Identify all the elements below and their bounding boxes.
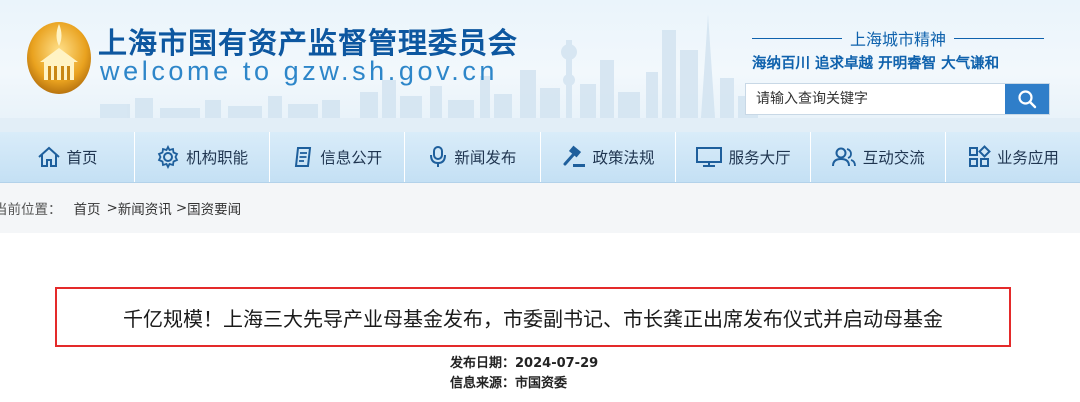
source-label: 信息来源： [450, 376, 516, 391]
breadcrumb: 当前位置： 首页 > 新闻资讯 > 国资要闻 [0, 183, 1080, 233]
nav-item-organization[interactable]: 机构职能 [135, 132, 271, 182]
article-title: 千亿规模！上海三大先导产业母基金发布，市委副书记、市长龚正出席发布仪式并启动母基… [55, 287, 1011, 347]
nav-item-service-hall[interactable]: 服务大厅 [676, 132, 811, 182]
search-box [745, 83, 1050, 115]
nav-item-info-disclosure[interactable]: 信息公开 [270, 132, 406, 182]
sasac-logo [27, 22, 91, 94]
breadcrumb-separator: > [106, 200, 118, 216]
nav-label: 机构职能 [186, 149, 249, 167]
nav-item-business-apps[interactable]: 业务应用 [946, 132, 1080, 182]
breadcrumb-label: 当前位置： [0, 202, 62, 218]
site-header: 上海市国有资产监督管理委员会 welcome to gzw.sh.gov.cn … [0, 0, 1080, 132]
breadcrumb-current[interactable]: 国资要闻 [187, 198, 241, 218]
city-spirit-motto: 海纳百川 追求卓越 开明睿智 大气谦和 [752, 56, 1000, 72]
apps-icon [968, 145, 991, 167]
nav-label: 信息公开 [320, 149, 383, 167]
article-meta: 发布日期：2024-07-29 信息来源：市国资委 [450, 354, 598, 394]
city-spirit-heading: 上海城市精神 [752, 26, 1045, 50]
divider-left [752, 37, 842, 39]
city-spirit-title: 上海城市精神 [850, 30, 947, 49]
users-icon [831, 147, 856, 167]
nav-label: 首页 [66, 149, 98, 167]
document-icon [295, 147, 312, 167]
nav-label: 新闻发布 [454, 149, 517, 167]
nav-label: 政策法规 [592, 149, 655, 167]
gear-icon [157, 145, 179, 169]
nav-label: 服务大厅 [728, 149, 791, 167]
microphone-icon [430, 146, 447, 167]
site-url: welcome to gzw.sh.gov.cn [100, 56, 499, 86]
publish-date: 2024-07-29 [515, 356, 599, 371]
gavel-icon [563, 145, 585, 167]
main-nav: 首页 机构职能 信息公开 新闻发布 政策法规 服务大厅 互动交流 业务应用 [0, 132, 1080, 183]
publish-date-label: 发布日期： [450, 356, 516, 371]
source-row: 信息来源：市国资委 [450, 374, 598, 394]
breadcrumb-home[interactable]: 首页 [74, 198, 101, 218]
search-button[interactable] [1005, 84, 1049, 114]
publish-date-row: 发布日期：2024-07-29 [450, 354, 598, 374]
source-value: 市国资委 [515, 376, 568, 391]
breadcrumb-news[interactable]: 新闻资讯 [118, 198, 172, 218]
nav-item-news-release[interactable]: 新闻发布 [405, 132, 541, 182]
home-icon [37, 146, 60, 167]
nav-item-home[interactable]: 首页 [0, 132, 136, 182]
search-input[interactable] [746, 84, 1005, 114]
divider-right [954, 37, 1045, 39]
monitor-icon [695, 147, 722, 167]
breadcrumb-separator: > [175, 200, 188, 216]
nav-item-interaction[interactable]: 互动交流 [811, 132, 946, 182]
search-icon [1018, 90, 1037, 109]
nav-label: 互动交流 [862, 149, 925, 167]
nav-label: 业务应用 [996, 149, 1059, 167]
nav-item-policies[interactable]: 政策法规 [541, 132, 676, 182]
